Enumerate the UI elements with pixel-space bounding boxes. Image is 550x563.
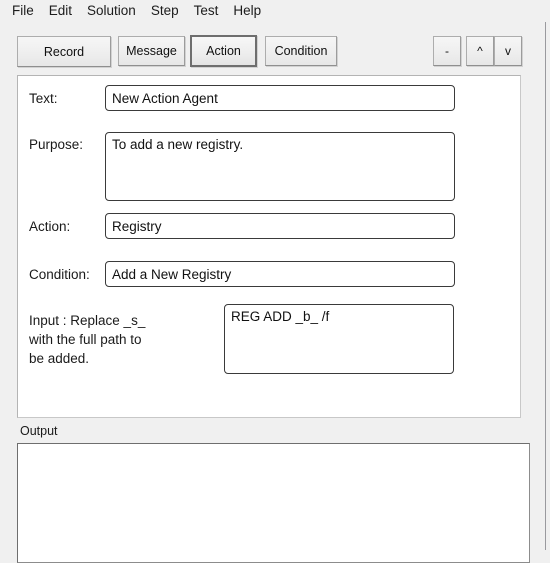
- action-button[interactable]: Action: [190, 35, 257, 67]
- toolbar: Record Message Action Condition - ^ v: [0, 22, 546, 72]
- menu-item-file[interactable]: File: [6, 1, 41, 21]
- move-up-button[interactable]: ^: [466, 36, 494, 66]
- action-input[interactable]: [105, 213, 455, 239]
- remove-item-button[interactable]: -: [433, 36, 461, 66]
- move-down-button[interactable]: v: [494, 36, 522, 66]
- condition-field-label: Condition:: [29, 267, 90, 282]
- agent-form-panel: Text: Purpose: Action: Condition: Input …: [17, 75, 521, 418]
- command-input[interactable]: [224, 304, 454, 374]
- menu-bar: File Edit Solution Step Test Help: [0, 0, 546, 22]
- condition-input[interactable]: [105, 261, 455, 287]
- purpose-field-label: Purpose:: [29, 137, 84, 152]
- action-field-label: Action:: [29, 219, 71, 234]
- text-field-label: Text:: [29, 91, 58, 106]
- output-textarea[interactable]: [17, 443, 530, 563]
- condition-button[interactable]: Condition: [265, 36, 337, 66]
- menu-item-edit[interactable]: Edit: [43, 1, 79, 21]
- record-button[interactable]: Record: [17, 36, 111, 67]
- output-label: Output: [20, 424, 58, 438]
- menu-item-step[interactable]: Step: [145, 1, 186, 21]
- purpose-input[interactable]: [105, 132, 455, 201]
- message-button[interactable]: Message: [118, 36, 185, 66]
- application-window: File Edit Solution Step Test Help Record…: [0, 0, 546, 563]
- menu-item-test[interactable]: Test: [188, 1, 226, 21]
- input-field-label: Input : Replace _s_ with the full path t…: [29, 313, 146, 366]
- text-input[interactable]: [105, 85, 455, 111]
- menu-item-solution[interactable]: Solution: [81, 1, 143, 21]
- menu-item-help[interactable]: Help: [227, 1, 268, 21]
